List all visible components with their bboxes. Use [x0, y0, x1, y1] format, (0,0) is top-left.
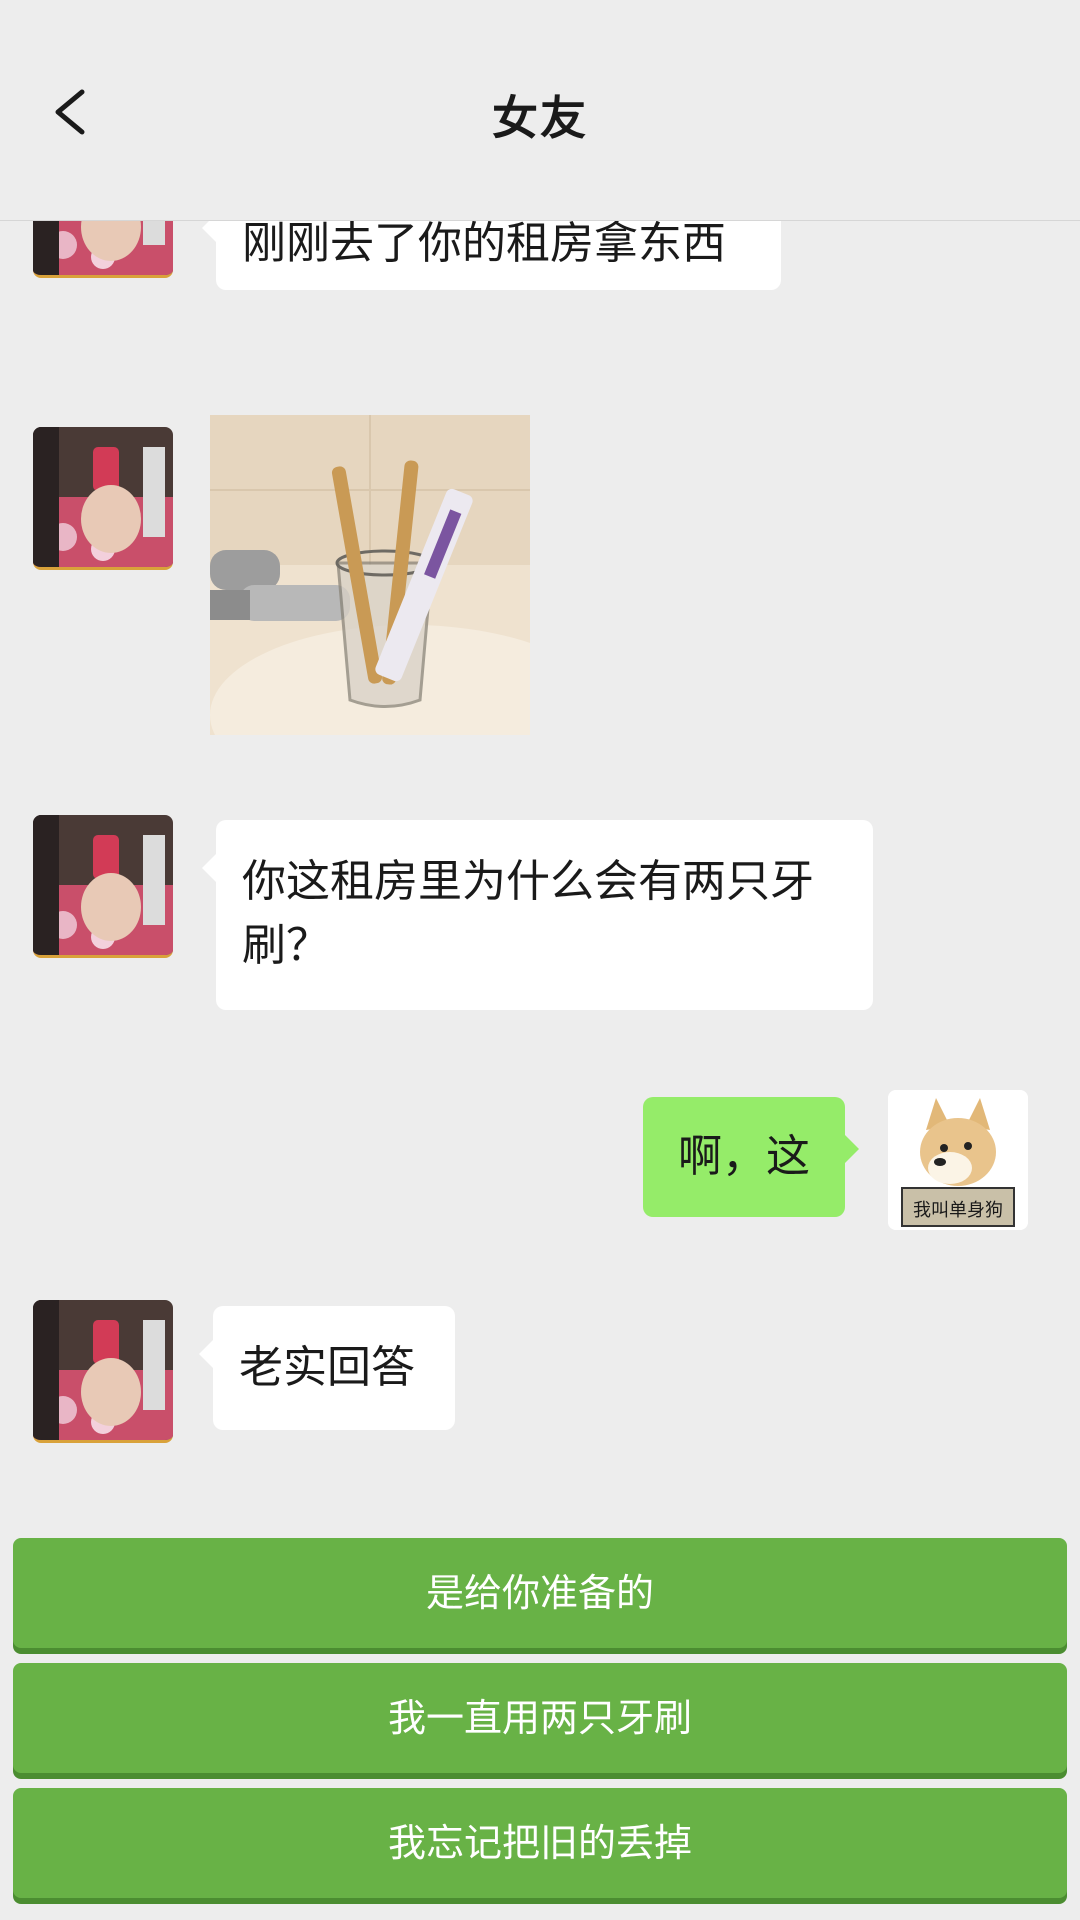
- girlfriend-avatar[interactable]: [33, 427, 173, 570]
- girlfriend-avatar[interactable]: [33, 1300, 173, 1443]
- girlfriend-avatar[interactable]: [33, 815, 173, 958]
- choice-button-1[interactable]: 是给你准备的: [13, 1538, 1067, 1648]
- message-bubble: 刚刚去了你的租房拿东西: [202, 220, 781, 290]
- message-bubble: 你这租房里为什么会有两只牙刷？: [202, 820, 873, 1010]
- choice-button-2[interactable]: 我一直用两只牙刷: [13, 1663, 1067, 1773]
- choice-button-3[interactable]: 我忘记把旧的丢掉: [13, 1788, 1067, 1898]
- girlfriend-avatar[interactable]: [33, 220, 173, 278]
- my-message-bubble: 啊，这: [643, 1097, 859, 1217]
- chat-title: 女友: [492, 91, 588, 145]
- toothbrush-cup-photo[interactable]: [210, 415, 530, 735]
- chat-header: 女友: [0, 0, 1080, 221]
- my-avatar[interactable]: 我叫单身狗: [888, 1090, 1028, 1230]
- message-bubble: 老实回答: [199, 1306, 455, 1430]
- message-list[interactable]: 刚刚去了你的租房拿东西 你这租房里为什么会有两只牙刷？ 啊，这 我叫单身狗 老实…: [0, 220, 1080, 1520]
- sticker-sign-text: 我叫单身狗: [913, 1200, 1003, 1221]
